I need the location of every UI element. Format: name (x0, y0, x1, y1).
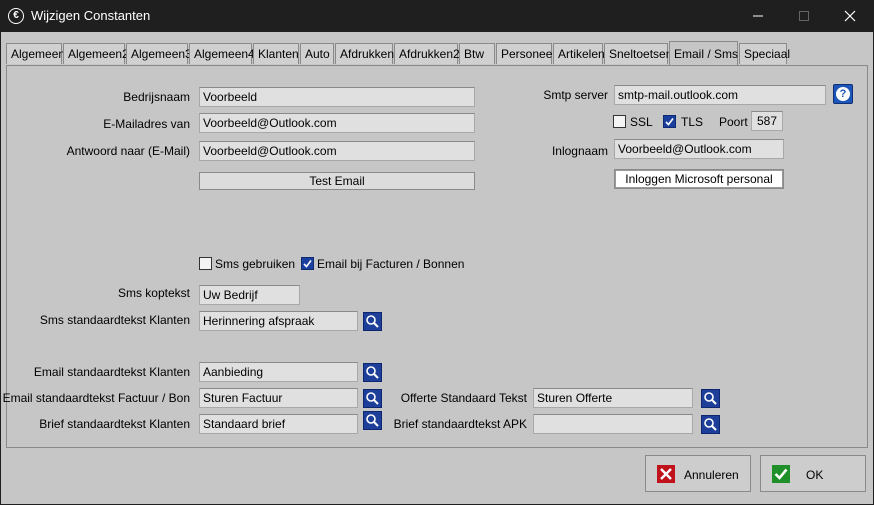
test-email-button[interactable]: Test Email (199, 172, 475, 190)
email-klanten-input[interactable]: Aanbieding (199, 362, 358, 382)
brief-apk-input[interactable] (533, 414, 693, 434)
cancel-x-icon (657, 465, 675, 483)
tab-personeel[interactable]: Personeel (496, 43, 555, 64)
app-euro-icon: € (8, 8, 24, 24)
cancel-label: Annuleren (684, 468, 739, 482)
search-icon (366, 366, 379, 379)
offerte-label: Offerte Standaard Tekst (400, 391, 527, 405)
tab-algemeen3[interactable]: Algemeen3 (126, 43, 192, 64)
close-icon (844, 10, 856, 22)
tab-afdrukken2[interactable]: Afdrukken2 (394, 43, 460, 64)
search-icon (704, 392, 717, 405)
search-icon (366, 315, 379, 328)
email-factuur-label: Email standaardtekst Factuur / Bon (2, 391, 190, 405)
sms-koptekst-input[interactable]: Uw Bedrijf (199, 285, 300, 305)
email-facturen-label: Email bij Facturen / Bonnen (317, 257, 465, 271)
sms-standaardtekst-label: Sms standaardtekst Klanten (39, 313, 190, 327)
sms-gebruiken-checkbox[interactable] (199, 257, 212, 270)
tls-checkbox[interactable] (663, 115, 676, 128)
brief-klanten-label: Brief standaardtekst Klanten (39, 417, 190, 431)
tab-speciaal[interactable]: Speciaal (739, 43, 790, 64)
help-icon: ? (836, 87, 850, 101)
inlognaam-label: Inlognaam (551, 144, 608, 158)
email-facturen-checkbox[interactable] (301, 257, 314, 270)
search-icon (704, 418, 717, 431)
sms-standaardtekst-search-button[interactable] (363, 312, 382, 331)
offerte-input[interactable]: Sturen Offerte (533, 388, 693, 408)
tab-auto[interactable]: Auto (300, 43, 334, 64)
close-button[interactable] (827, 0, 873, 32)
brief-apk-search-button[interactable] (701, 415, 720, 434)
tab-email-sms[interactable]: Email / Sms (669, 41, 738, 65)
ok-check-icon (772, 465, 790, 483)
ssl-label: SSL (630, 115, 653, 129)
offerte-search-button[interactable] (701, 389, 720, 408)
tls-label: TLS (681, 115, 704, 129)
search-icon (366, 414, 379, 427)
minimize-icon (753, 15, 763, 17)
ok-button[interactable]: OK (760, 455, 866, 492)
sms-gebruiken-label: Sms gebruiken (215, 257, 296, 271)
ssl-checkbox[interactable] (613, 115, 626, 128)
maximize-button (781, 0, 827, 32)
emailadres-label: E-Mailadres van (103, 117, 190, 131)
brief-klanten-input[interactable]: Standaard brief (199, 414, 358, 434)
email-factuur-input[interactable]: Sturen Factuur (199, 388, 358, 408)
tab-strip: Algemeen Algemeen2 Algemeen3 Algemeen4 K… (6, 41, 868, 65)
help-button[interactable]: ? (833, 84, 853, 104)
maximize-icon (799, 11, 809, 21)
poort-label: Poort (719, 115, 748, 129)
poort-input[interactable]: 587 (751, 111, 783, 131)
check-icon (665, 118, 674, 126)
tab-sneltoetsen[interactable]: Sneltoetsen (604, 43, 672, 64)
cancel-button[interactable]: Annuleren (645, 455, 751, 492)
window-title: Wijzigen Constanten (31, 8, 151, 23)
minimize-button[interactable] (735, 0, 781, 32)
tab-algemeen4[interactable]: Algemeen4 (189, 43, 255, 64)
tab-artikelen[interactable]: Artikelen (553, 43, 605, 64)
tab-algemeen2[interactable]: Algemeen2 (63, 43, 129, 64)
email-klanten-label: Email standaardtekst Klanten (33, 365, 190, 379)
check-icon (303, 260, 312, 268)
inloggen-microsoft-button[interactable]: Inloggen Microsoft personal (614, 169, 784, 189)
inlognaam-input[interactable]: Voorbeeld@Outlook.com (614, 139, 784, 159)
antwoord-label: Antwoord naar (E-Mail) (66, 144, 190, 158)
smtp-server-input[interactable]: smtp-mail.outlook.com (614, 85, 826, 105)
tab-klanten[interactable]: Klanten (253, 43, 299, 64)
bedrijfsnaam-label: Bedrijsnaam (123, 90, 190, 104)
brief-apk-label: Brief standaardtekst APK (393, 417, 527, 431)
tab-afdrukken[interactable]: Afdrukken (335, 43, 394, 64)
smtp-server-label: Smtp server (543, 88, 608, 102)
email-klanten-search-button[interactable] (363, 363, 382, 382)
sms-koptekst-label: Sms koptekst (117, 286, 190, 300)
tab-btw[interactable]: Btw (459, 43, 495, 64)
ok-label: OK (806, 468, 824, 482)
emailadres-input[interactable]: Voorbeeld@Outlook.com (199, 113, 475, 133)
search-icon (366, 392, 379, 405)
sms-standaardtekst-input[interactable]: Herinnering afspraak (199, 311, 358, 331)
email-factuur-search-button[interactable] (363, 389, 382, 408)
antwoord-input[interactable]: Voorbeeld@Outlook.com (199, 141, 475, 161)
bedrijfsnaam-input[interactable]: Voorbeeld (199, 87, 475, 107)
tab-algemeen[interactable]: Algemeen (6, 43, 65, 64)
title-bar: € Wijzigen Constanten (0, 0, 874, 32)
